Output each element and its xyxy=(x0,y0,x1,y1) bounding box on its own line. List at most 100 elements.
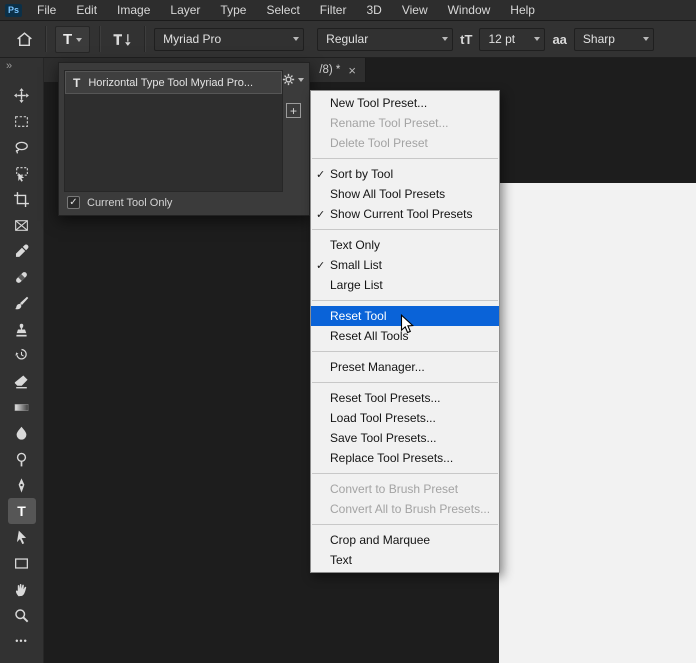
menu-separator xyxy=(312,229,498,230)
menu-item-reset-tool-presets[interactable]: Reset Tool Presets... xyxy=(311,388,499,408)
frame-tool[interactable] xyxy=(8,212,36,238)
checkmark-icon: ✓ xyxy=(316,168,326,181)
lasso-tool[interactable] xyxy=(8,134,36,160)
eyedropper-tool[interactable] xyxy=(8,238,36,264)
panel-menu-gear-button[interactable] xyxy=(281,72,304,87)
create-new-preset-button[interactable]: + xyxy=(286,103,301,118)
spot-healing-brush-tool[interactable] xyxy=(8,264,36,290)
menu-select[interactable]: Select xyxy=(256,0,309,21)
zoom-tool[interactable] xyxy=(8,602,36,628)
menu-item-load-tool-presets[interactable]: Load Tool Presets... xyxy=(311,408,499,428)
chevron-down-icon xyxy=(642,36,649,44)
photoshop-app-window: Ps File Edit Image Layer Type Select Filter 3D V… xyxy=(0,0,696,663)
menu-filter[interactable]: Filter xyxy=(310,0,357,21)
photoshop-logo-glyph: Ps xyxy=(4,3,22,17)
menu-view[interactable]: View xyxy=(392,0,438,21)
menu-item-label: Large List xyxy=(330,278,383,292)
anti-alias-value: Sharp xyxy=(582,31,615,46)
checkmark-icon: ✓ xyxy=(69,197,78,208)
clone-stamp-tool[interactable] xyxy=(8,316,36,342)
menu-item-preset-manager[interactable]: Preset Manager... xyxy=(311,357,499,377)
menu-item-label: Rename Tool Preset... xyxy=(330,116,449,130)
object-selection-tool[interactable] xyxy=(8,160,36,186)
chevron-down-icon xyxy=(534,36,541,44)
crop-tool[interactable] xyxy=(8,186,36,212)
font-size-icon: tT xyxy=(460,31,473,47)
history-brush-tool[interactable] xyxy=(8,342,36,368)
font-style-select[interactable]: Regular xyxy=(317,27,454,51)
rectangular-marquee-tool[interactable] xyxy=(8,108,36,134)
document-tab-title: /8) * xyxy=(319,64,341,76)
close-tab-icon[interactable]: × xyxy=(348,64,356,77)
menu-item-replace-tool-presets[interactable]: Replace Tool Presets... xyxy=(311,448,499,468)
horizontal-type-tool[interactable]: T xyxy=(7,498,36,524)
chevron-down-icon xyxy=(76,37,83,45)
tool-list: T ••• xyxy=(7,82,36,654)
separator xyxy=(99,26,101,52)
menu-help[interactable]: Help xyxy=(500,0,545,21)
font-size-select[interactable]: 12 pt xyxy=(479,27,546,51)
menu-item-text[interactable]: Text xyxy=(311,550,499,570)
tool-preset-picker-panel: T Horizontal Type Tool Myriad Pro... + ✓… xyxy=(58,62,310,216)
menu-item-label: Text Only xyxy=(330,238,381,252)
menu-item-show-all-tool-presets[interactable]: Show All Tool Presets xyxy=(311,184,499,204)
menu-3d[interactable]: 3D xyxy=(356,0,391,21)
menu-item-convert-all-to-brush-presets: Convert All to Brush Presets... xyxy=(311,499,499,519)
tool-preset-item[interactable]: T Horizontal Type Tool Myriad Pro... xyxy=(65,71,282,94)
menu-item-label: Save Tool Presets... xyxy=(330,431,437,445)
eraser-tool[interactable] xyxy=(8,368,36,394)
tool-preset-list: T Horizontal Type Tool Myriad Pro... xyxy=(64,70,283,192)
menu-item-rename-tool-preset: Rename Tool Preset... xyxy=(311,113,499,133)
dodge-tool[interactable] xyxy=(8,446,36,472)
rectangle-tool[interactable] xyxy=(8,550,36,576)
collapse-tools-chevrons-icon[interactable]: » xyxy=(0,58,12,76)
menu-edit[interactable]: Edit xyxy=(66,0,107,21)
menu-item-label: Crop and Marquee xyxy=(330,533,431,547)
document-canvas[interactable] xyxy=(499,183,696,663)
chevron-down-icon xyxy=(293,36,300,44)
menu-item-new-tool-preset[interactable]: New Tool Preset... xyxy=(311,93,499,113)
menu-bar-items: File Edit Image Layer Type Select Filter 3D View… xyxy=(27,0,545,21)
menu-layer[interactable]: Layer xyxy=(160,0,210,21)
checkmark-icon: ✓ xyxy=(316,208,326,221)
menu-file[interactable]: File xyxy=(27,0,66,21)
type-tool-icon: T xyxy=(73,75,81,90)
menu-item-save-tool-presets[interactable]: Save Tool Presets... xyxy=(311,428,499,448)
anti-alias-select[interactable]: Sharp xyxy=(573,27,654,51)
menu-item-sort-by-tool[interactable]: ✓ Sort by Tool xyxy=(311,164,499,184)
gradient-tool[interactable] xyxy=(8,394,36,420)
current-tool-only-checkbox[interactable]: ✓ xyxy=(67,196,80,209)
menu-item-large-list[interactable]: Large List xyxy=(311,275,499,295)
toggle-text-orientation-button[interactable] xyxy=(109,31,135,48)
home-screen-button[interactable] xyxy=(12,30,36,49)
photoshop-logo-icon[interactable]: Ps xyxy=(0,0,27,21)
text-orientation-icon xyxy=(113,33,131,46)
menu-item-show-current-tool-presets[interactable]: ✓ Show Current Tool Presets xyxy=(311,204,499,224)
hand-tool[interactable] xyxy=(8,576,36,602)
menu-separator xyxy=(312,300,498,301)
menu-separator xyxy=(312,382,498,383)
blur-tool[interactable] xyxy=(8,420,36,446)
checkmark-icon: ✓ xyxy=(316,259,326,272)
menu-image[interactable]: Image xyxy=(107,0,160,21)
font-family-value: Myriad Pro xyxy=(163,31,222,46)
path-selection-tool[interactable] xyxy=(8,524,36,550)
menu-window[interactable]: Window xyxy=(438,0,501,21)
menu-item-convert-to-brush-preset: Convert to Brush Preset xyxy=(311,479,499,499)
font-family-select[interactable]: Myriad Pro xyxy=(154,27,305,51)
menu-bar: Ps File Edit Image Layer Type Select Filter 3D V… xyxy=(0,0,696,21)
menu-item-label: Reset Tool Presets... xyxy=(330,391,441,405)
menu-item-crop-and-marquee[interactable]: Crop and Marquee xyxy=(311,530,499,550)
menu-item-text-only[interactable]: Text Only xyxy=(311,235,499,255)
menu-type[interactable]: Type xyxy=(210,0,256,21)
pen-tool[interactable] xyxy=(8,472,36,498)
edit-toolbar-tool[interactable]: ••• xyxy=(8,628,36,654)
move-tool[interactable] xyxy=(8,82,36,108)
plus-icon: + xyxy=(289,103,297,118)
menu-item-small-list[interactable]: ✓ Small List xyxy=(311,255,499,275)
mouse-cursor-icon xyxy=(400,314,414,334)
current-tool-only-label: Current Tool Only xyxy=(87,196,173,209)
tool-preset-picker-button[interactable]: T xyxy=(55,25,91,53)
brush-tool[interactable] xyxy=(8,290,36,316)
tool-options-bar: T Myriad Pro Regular tT 12 pt aa Sharp xyxy=(0,21,696,58)
